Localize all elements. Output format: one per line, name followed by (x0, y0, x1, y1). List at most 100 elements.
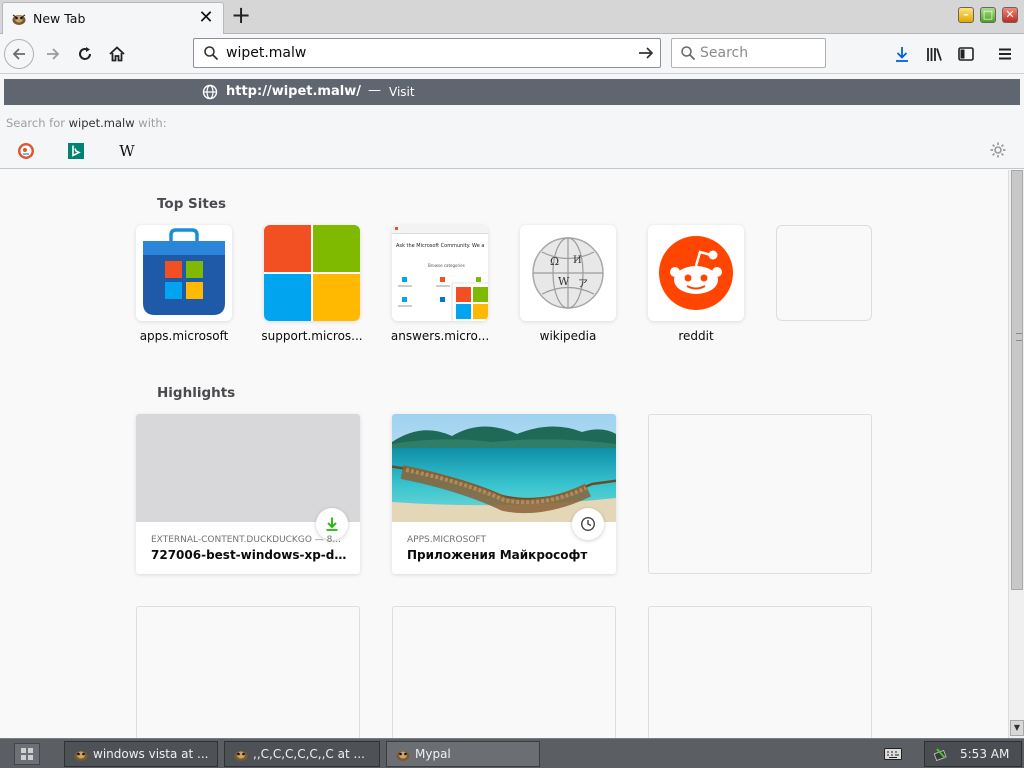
reload-icon (79, 47, 91, 60)
highlight-card[interactable]: EXTERNAL-CONTENT.DUCKDUCKGO — 8... 72700… (136, 414, 360, 574)
close-window-button[interactable]: ✕ (1002, 7, 1018, 23)
arrow-left-icon (12, 48, 25, 60)
svg-text:Ω: Ω (550, 255, 559, 268)
microsoft-logo-icon (264, 225, 360, 321)
top-site-tile[interactable] (136, 225, 232, 321)
highlight-placeholder (136, 606, 360, 738)
mypal-favicon-icon (396, 751, 410, 761)
top-site-support-microsoft[interactable]: support.micros... (261, 225, 363, 343)
top-site-label: wikipedia (539, 329, 597, 343)
search-bar[interactable] (671, 38, 826, 68)
mypal-favicon-icon (12, 14, 26, 25)
scrollbar-thumb[interactable] (1011, 170, 1023, 590)
navigation-toolbar: wipet.malw (0, 34, 1024, 74)
library-button[interactable] (923, 43, 945, 65)
duckduckgo-icon (18, 143, 34, 159)
download-icon (896, 47, 908, 62)
arrow-right-icon (47, 48, 60, 60)
highlight-thumbnail (136, 414, 360, 522)
start-button[interactable] (14, 743, 40, 765)
reload-button[interactable] (70, 39, 100, 69)
engine-wikipedia-button[interactable]: W (117, 141, 137, 161)
vertical-scrollbar[interactable]: ▼ (1008, 170, 1024, 738)
tab-close-icon[interactable]: ✕ (197, 9, 215, 27)
tab-strip: New Tab ✕ + – □ ✕ (0, 0, 1024, 34)
search-for-prefix: Search for (6, 116, 65, 130)
url-bar[interactable]: wipet.malw (193, 38, 661, 68)
downloads-button[interactable] (891, 43, 913, 65)
highlight-placeholder (648, 414, 872, 574)
microsoft-store-icon (143, 228, 225, 315)
library-icon (927, 48, 942, 61)
highlights-heading: Highlights (157, 385, 236, 401)
home-icon (109, 46, 125, 62)
taskbar-item-label: ,,C,C,C,C,C,,C at ... (253, 747, 365, 761)
highlight-title: 727006-best-windows-xp-deskt... (151, 548, 347, 562)
top-site-tile[interactable]: Ask the Microsoft Community. We a Browse… (392, 225, 488, 321)
maximize-button[interactable]: □ (980, 7, 996, 23)
search-for-label: Search for wipet.malw with: (6, 116, 167, 130)
top-site-answers-microsoft[interactable]: Ask the Microsoft Community. We a Browse… (391, 225, 489, 343)
sidebar-icon (958, 47, 974, 61)
wikipedia-globe-icon: Ω И W ア (532, 237, 604, 309)
answers-thumb-heading: Ask the Microsoft Community. We a (396, 243, 484, 249)
highlight-title: Приложения Майкрософт (407, 548, 588, 562)
autocomplete-url: http://wipet.malw/ (226, 84, 361, 99)
svg-text:W: W (558, 275, 570, 288)
top-site-tile[interactable] (648, 225, 744, 321)
highlight-placeholder (648, 606, 872, 738)
url-input-value[interactable]: wipet.malw (226, 45, 306, 61)
search-icon (204, 46, 219, 61)
top-site-tile-empty[interactable] (776, 225, 872, 321)
gear-icon[interactable] (989, 141, 1007, 159)
svg-text:И: И (573, 255, 582, 266)
autocomplete-action: Visit (389, 85, 415, 99)
taskbar-item[interactable]: windows vista at ... (64, 741, 218, 767)
top-site-reddit[interactable]: reddit (648, 225, 744, 343)
engine-bing-button[interactable] (66, 141, 86, 161)
mypal-favicon-icon (234, 751, 248, 761)
menu-button[interactable] (994, 43, 1016, 65)
autocomplete-visit-row[interactable]: http://wipet.malw/ — Visit (4, 79, 1020, 105)
hamburger-menu-icon (999, 48, 1011, 60)
scroll-down-arrow-icon[interactable]: ▼ (1010, 720, 1024, 736)
search-input[interactable] (700, 44, 818, 62)
top-site-apps-microsoft[interactable]: apps.microsoft (136, 225, 232, 343)
search-for-suffix: with: (138, 116, 167, 130)
top-site-label: apps.microsoft (139, 329, 229, 343)
highlight-card[interactable]: APPS.MICROSOFT Приложения Майкрософт (392, 414, 616, 574)
new-tab-page: Top Sites apps.microsoft support.micros.… (0, 170, 1008, 738)
taskbar-item[interactable]: ,,C,C,C,C,C,,C at ... (224, 741, 380, 767)
tab-title: New Tab (33, 11, 86, 26)
bing-icon (68, 143, 84, 159)
engine-duckduckgo-button[interactable] (16, 141, 36, 161)
taskbar: windows vista at ... ,,C,C,C,C,C,,C at .… (0, 738, 1024, 768)
go-arrow-icon[interactable] (637, 44, 655, 62)
top-site-empty-slot[interactable] (776, 225, 872, 321)
network-icon[interactable] (933, 746, 949, 762)
home-button[interactable] (102, 39, 132, 69)
taskbar-item-active[interactable]: Mypal (386, 741, 540, 767)
sidebar-button[interactable] (955, 43, 977, 65)
top-site-wikipedia[interactable]: Ω И W ア wikipedia (520, 225, 616, 343)
minimize-button[interactable]: – (958, 7, 974, 23)
back-button[interactable] (4, 39, 34, 69)
top-site-tile[interactable] (264, 225, 360, 321)
url-prefix: http:// (226, 84, 272, 99)
top-site-label: support.micros... (261, 329, 363, 343)
top-site-label: answers.micro... (390, 329, 490, 343)
grid-menu-icon (21, 748, 33, 760)
answers-thumb-subheading: Browse categories (428, 263, 465, 268)
forward-button[interactable] (38, 39, 68, 69)
url-autocomplete-popup: http://wipet.malw/ — Visit Search for wi… (0, 74, 1024, 169)
top-site-label: reddit (678, 329, 714, 343)
highlight-source: APPS.MICROSOFT (407, 535, 486, 545)
top-sites-heading: Top Sites (157, 196, 227, 212)
new-tab-button[interactable]: + (228, 3, 254, 29)
autocomplete-separator: — (368, 83, 381, 98)
url-host: wipet.malw (271, 84, 357, 99)
keyboard-icon[interactable] (884, 747, 902, 761)
top-site-tile[interactable]: Ω И W ア (520, 225, 616, 321)
tab-new-tab[interactable]: New Tab ✕ (2, 2, 224, 34)
taskbar-item-label: Mypal (415, 747, 451, 761)
